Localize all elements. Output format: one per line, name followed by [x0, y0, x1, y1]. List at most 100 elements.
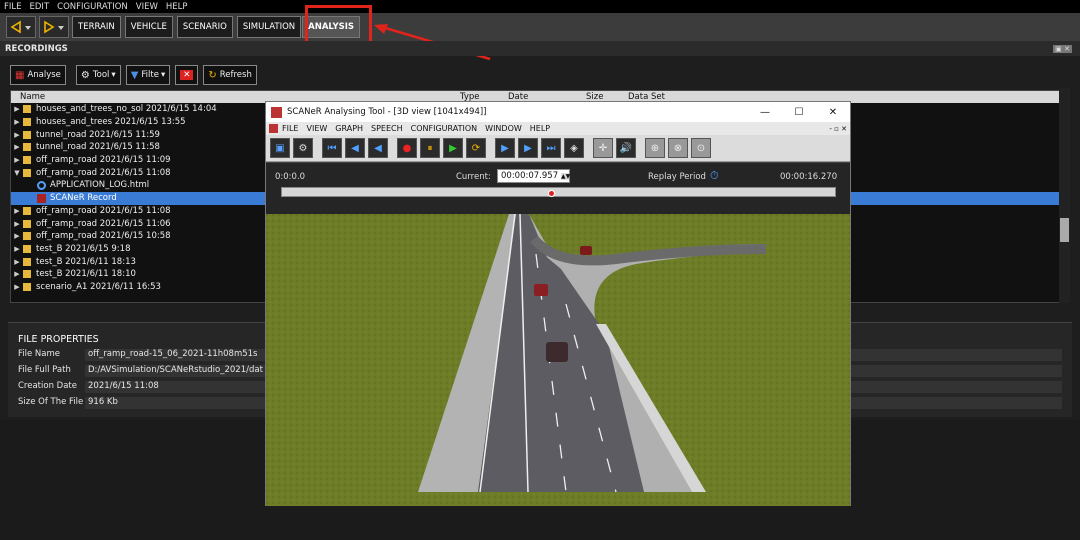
tree-row-label: off_ramp_road 2021/6/15 11:09: [36, 155, 171, 166]
loop-icon[interactable]: ⟳: [466, 138, 486, 158]
menu-file[interactable]: FILE: [4, 2, 22, 12]
analyse-icon: ▦: [15, 69, 25, 81]
marker-icon[interactable]: ⊙: [691, 138, 711, 158]
delete-button[interactable]: ✕: [175, 65, 199, 85]
current-label: Current:: [456, 172, 491, 182]
camera-icon[interactable]: ◈: [564, 138, 584, 158]
settings-gear-icon[interactable]: ⚙: [293, 138, 313, 158]
car: [546, 342, 568, 362]
refresh-button[interactable]: ↻ Refresh: [203, 65, 257, 85]
menu-edit[interactable]: EDIT: [30, 2, 50, 12]
menu-view[interactable]: VIEW: [136, 2, 158, 12]
menu-configuration[interactable]: CONFIGURATION: [57, 2, 128, 12]
folder-icon: [23, 232, 31, 241]
collapsed-arrow-icon[interactable]: ▶: [11, 143, 23, 151]
current-time-spinbox[interactable]: 00:00:07.957 ▲▼: [497, 169, 570, 183]
record-file-icon: [37, 193, 46, 203]
collapsed-arrow-icon[interactable]: ▶: [11, 105, 23, 113]
triangle-left-icon: [10, 20, 31, 34]
scrollbar-thumb[interactable]: [1060, 218, 1069, 242]
menu-window[interactable]: WINDOW: [485, 124, 522, 133]
window-titlebar[interactable]: SCANeR Analysing Tool - [3D view [1041x4…: [266, 102, 850, 122]
recordings-toolbar: ▦ Analyse ⚙ Tool ▾ ▼ Filte ▾ ✕ ↻ Refresh: [10, 65, 257, 85]
speaker-icon[interactable]: 🔊: [616, 138, 636, 158]
step-forward-fast-icon[interactable]: ▶: [518, 138, 538, 158]
step-forward-icon[interactable]: ▶: [495, 138, 515, 158]
collapsed-arrow-icon[interactable]: ▶: [11, 258, 23, 266]
mdi-controls-icon[interactable]: - ▫ ✕: [829, 125, 847, 133]
folder-icon: [23, 156, 31, 165]
collapsed-arrow-icon[interactable]: ▶: [11, 283, 23, 291]
3d-view[interactable]: [266, 214, 850, 506]
expanded-arrow-icon[interactable]: ▼: [11, 169, 23, 177]
analyse-button[interactable]: ▦ Analyse: [10, 65, 66, 85]
menu-help[interactable]: HELP: [166, 2, 188, 12]
timeline-end: 00:00:16.270: [780, 172, 838, 182]
tree-row-label: tunnel_road 2021/6/15 11:58: [36, 142, 160, 153]
collapsed-arrow-icon[interactable]: ▶: [11, 207, 23, 215]
playback-toolbar: ▣ ⚙ ⏮ ◀ ◀ ● ⏸ ▶ ⟳ ▶ ▶ ⏭ ◈ ✛ 🔊 ⊕ ⊗ ⊙: [266, 135, 850, 162]
skip-to-start-icon[interactable]: ⏮: [322, 138, 342, 158]
close-icon[interactable]: ✕: [816, 107, 850, 118]
tree-row-label: houses_and_trees_no_sol 2021/6/15 14:04: [36, 104, 217, 115]
tab-scenario[interactable]: SCENARIO: [176, 16, 233, 38]
collapsed-arrow-icon[interactable]: ▶: [11, 220, 23, 228]
tree-row-label: off_ramp_road 2021/6/15 11:06: [36, 218, 171, 229]
car: [580, 246, 592, 255]
menu-configuration[interactable]: CONFIGURATION: [411, 124, 478, 133]
funnel-icon: ▼: [130, 69, 139, 81]
tool-button[interactable]: ⚙ Tool ▾: [75, 65, 121, 85]
panel-controls-icon[interactable]: ▣ ✕: [1053, 44, 1072, 53]
save-icon[interactable]: ▣: [270, 138, 290, 158]
zoom-out-icon[interactable]: ⊗: [668, 138, 688, 158]
folder-icon: [23, 282, 31, 291]
app-icon: [271, 106, 282, 118]
step-back-icon[interactable]: ◀: [368, 138, 388, 158]
menu-view[interactable]: VIEW: [306, 124, 327, 133]
tab-simulation[interactable]: SIMULATION: [236, 16, 302, 38]
zoom-icon[interactable]: ⊕: [645, 138, 665, 158]
tree-scrollbar[interactable]: [1059, 88, 1070, 303]
timeline-slider[interactable]: [281, 187, 836, 197]
tree-row-label: off_ramp_road 2021/6/15 11:08: [36, 167, 171, 178]
menubar: FILE EDIT CONFIGURATION VIEW HELP: [0, 0, 1080, 13]
folder-icon: [23, 206, 31, 215]
back-button[interactable]: [6, 16, 36, 38]
tab-terrain[interactable]: TERRAIN: [72, 16, 121, 38]
filter-button[interactable]: ▼ Filte ▾: [125, 65, 171, 85]
minimize-icon[interactable]: —: [748, 107, 782, 118]
tab-vehicle[interactable]: VEHICLE: [124, 16, 173, 38]
refresh-icon: ↻: [208, 69, 217, 81]
tree-row-label: off_ramp_road 2021/6/15 10:58: [36, 231, 171, 242]
collapsed-arrow-icon[interactable]: ▶: [11, 270, 23, 278]
skip-to-end-icon[interactable]: ⏭: [541, 138, 561, 158]
play-icon[interactable]: ▶: [443, 138, 463, 158]
menu-file[interactable]: FILE: [282, 124, 298, 133]
folder-icon: [23, 143, 31, 152]
pause-icon[interactable]: ⏸: [420, 138, 440, 158]
folder-icon: [23, 105, 31, 114]
menu-speech[interactable]: SPEECH: [371, 124, 403, 133]
tree-row-label: tunnel_road 2021/6/15 11:59: [36, 129, 160, 140]
timeline-start: 0:0:0.0: [275, 172, 306, 182]
3d-road-scene: [266, 214, 850, 506]
maximize-icon[interactable]: ☐: [782, 107, 816, 118]
log-file-icon: [37, 180, 46, 190]
step-back-fast-icon[interactable]: ◀: [345, 138, 365, 158]
chevron-down-icon: ▾: [160, 70, 166, 80]
collapsed-arrow-icon[interactable]: ▶: [11, 156, 23, 164]
menu-graph[interactable]: GRAPH: [335, 124, 363, 133]
collapsed-arrow-icon[interactable]: ▶: [11, 118, 23, 126]
collapsed-arrow-icon[interactable]: ▶: [11, 245, 23, 253]
record-icon[interactable]: ●: [397, 138, 417, 158]
collapsed-arrow-icon[interactable]: ▶: [11, 232, 23, 240]
spin-arrows-icon[interactable]: ▲▼: [561, 172, 570, 180]
mode-bar: TERRAIN VEHICLE SCENARIO SIMULATION ANAL…: [0, 13, 1080, 41]
stopwatch-icon[interactable]: ⏱: [710, 169, 719, 183]
crosshair-icon[interactable]: ✛: [593, 138, 613, 158]
tree-row-label: SCANeR Record: [50, 193, 117, 204]
menu-help[interactable]: HELP: [530, 124, 550, 133]
forward-button[interactable]: [39, 16, 69, 38]
collapsed-arrow-icon[interactable]: ▶: [11, 131, 23, 139]
file-properties-title: FILE PROPERTIES: [18, 334, 99, 345]
